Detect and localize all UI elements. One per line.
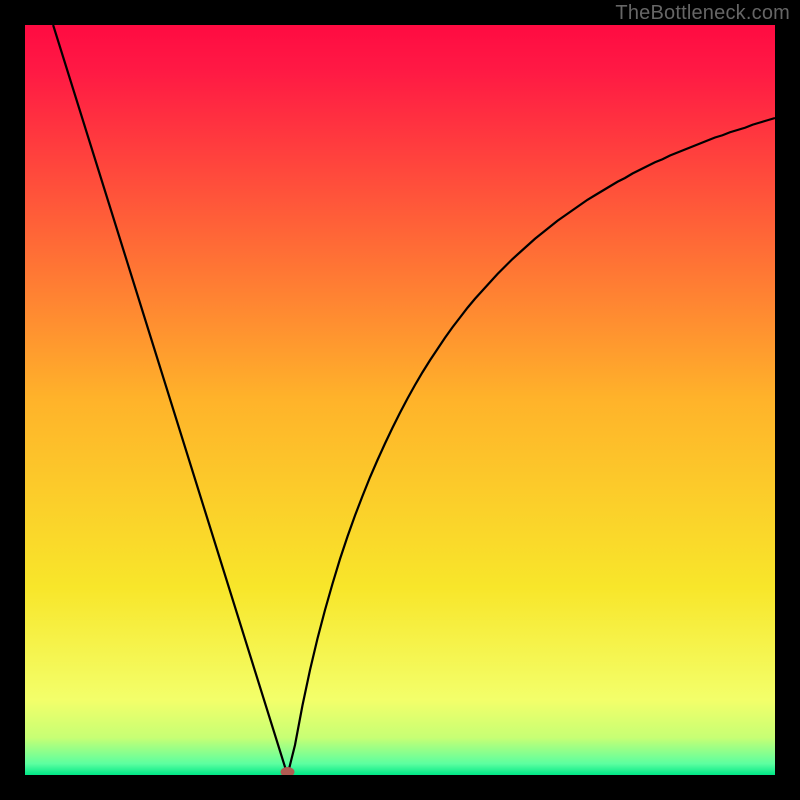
watermark-text: TheBottleneck.com bbox=[615, 2, 790, 25]
chart-frame: TheBottleneck.com bbox=[0, 0, 800, 800]
bottleneck-chart bbox=[25, 25, 775, 775]
chart-background bbox=[25, 25, 775, 775]
